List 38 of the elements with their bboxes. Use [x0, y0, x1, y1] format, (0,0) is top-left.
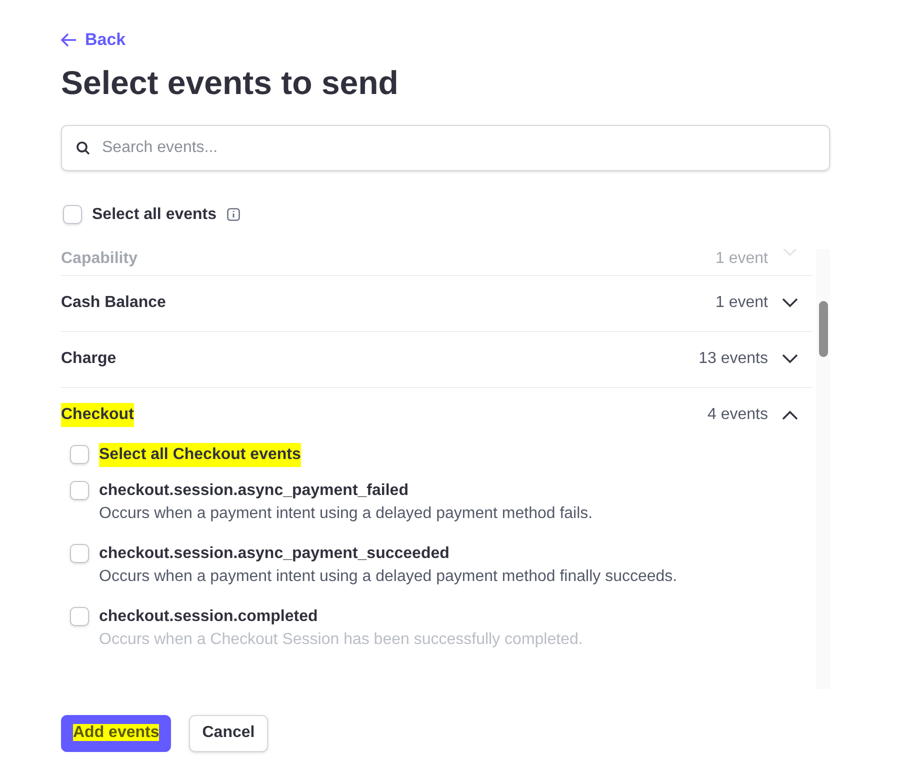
- search-field[interactable]: Search events...: [61, 124, 830, 170]
- event-group-row[interactable]: Cash Balance 1 event: [61, 276, 812, 330]
- arrow-left-icon: [61, 32, 77, 47]
- event-count: 4 events: [708, 405, 768, 425]
- chevron-down-icon: [782, 298, 798, 308]
- event-count: 1 event: [716, 293, 768, 313]
- select-all-label: Select all events: [92, 204, 217, 224]
- select-group-label: Select all Checkout events: [99, 442, 301, 466]
- group-name: Charge: [61, 349, 116, 369]
- search-icon: [76, 140, 90, 154]
- event-group-row[interactable]: Charge 13 events: [61, 332, 812, 386]
- back-link[interactable]: Back: [61, 27, 830, 52]
- event-count: 1 event: [716, 248, 768, 268]
- checkbox[interactable]: [70, 480, 89, 500]
- event-description: Occurs when a payment intent using a delayed payment method finally succeeds.: [99, 566, 678, 586]
- event-description: Occurs when a payment intent using a delayed payment method fails.: [99, 504, 593, 524]
- chevron-down-icon: [782, 354, 798, 364]
- chevron-up-icon: [782, 410, 798, 420]
- search-input[interactable]: Search events...: [102, 136, 815, 160]
- event-group-row[interactable]: Checkout 4 events: [61, 388, 812, 442]
- add-events-button[interactable]: Add events: [61, 714, 172, 752]
- group-name: Checkout: [61, 403, 134, 427]
- checkbox[interactable]: [70, 445, 89, 464]
- checkbox[interactable]: [70, 606, 89, 626]
- event-name: checkout.session.completed: [99, 606, 319, 626]
- checkbox[interactable]: [63, 205, 82, 224]
- event-name: checkout.session.async_payment_failed: [99, 480, 410, 500]
- info-icon: [226, 208, 240, 221]
- scrollbar[interactable]: [816, 248, 830, 688]
- group-name: Capability: [61, 248, 138, 268]
- page-title: Select events to send: [61, 62, 400, 102]
- group-name: Cash Balance: [61, 293, 166, 313]
- cancel-button[interactable]: Cancel: [189, 714, 268, 752]
- event-description: Occurs when a Checkout Session has been successfully completed.: [99, 630, 583, 650]
- chevron-down-icon: [782, 248, 798, 256]
- event-count: 13 events: [698, 349, 768, 369]
- event-name: checkout.session.async_payment_succeeded: [99, 544, 450, 564]
- checkbox[interactable]: [70, 544, 89, 562]
